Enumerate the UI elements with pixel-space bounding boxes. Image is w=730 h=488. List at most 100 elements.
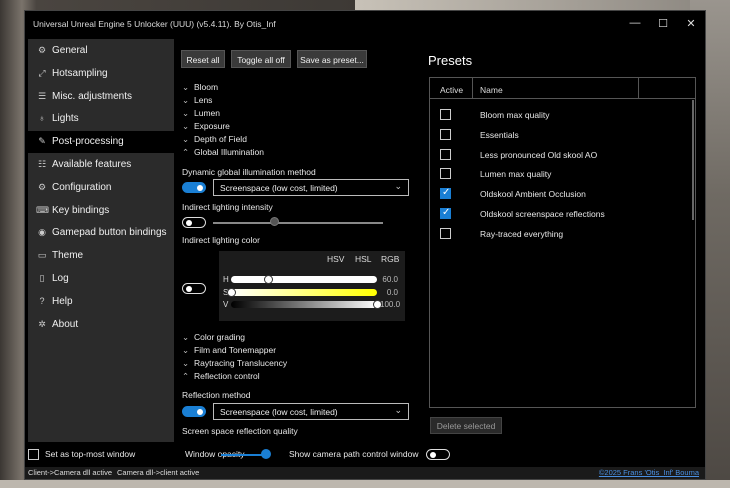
picker-s-bar[interactable] xyxy=(231,289,377,296)
preset-active-checkbox[interactable] xyxy=(440,148,451,160)
sidebar-item-theme[interactable]: ▭ Theme xyxy=(28,245,174,267)
sliders-icon: ☰ xyxy=(37,90,47,101)
picker-s-handle[interactable] xyxy=(227,288,236,297)
picker-tab-rgb[interactable]: RGB xyxy=(381,254,399,264)
picker-h-handle[interactable] xyxy=(263,275,273,284)
gi-intensity-toggle[interactable] xyxy=(182,217,206,228)
sidebar-item-label: Key bindings xyxy=(52,204,110,216)
opacity-track[interactable] xyxy=(221,454,265,456)
toggle-all-off-button[interactable]: Toggle all off xyxy=(231,50,291,68)
presets-scrollbar[interactable] xyxy=(692,100,694,220)
chevron-down-icon: ⌄ xyxy=(394,405,402,415)
save-as-preset-button[interactable]: Save as preset... xyxy=(297,50,367,68)
section-depth-of-field[interactable]: ⌄ Depth of Field xyxy=(182,134,247,145)
reset-all-button[interactable]: Reset all xyxy=(181,50,225,68)
section-label: Global Illumination xyxy=(194,147,264,157)
col-active-header[interactable]: Active xyxy=(440,85,463,95)
picker-h-bar[interactable] xyxy=(231,276,377,283)
reflection-method-toggle[interactable] xyxy=(182,406,206,417)
sidebar-item-log[interactable]: ▯ Log xyxy=(28,268,174,290)
preset-active-checkbox[interactable] xyxy=(440,168,451,180)
picker-h-value: 60.0 xyxy=(382,275,398,284)
preset-active-checkbox[interactable] xyxy=(440,128,451,140)
section-label: Bloom xyxy=(194,82,219,92)
section-global-illumination[interactable]: ⌃ Global Illumination xyxy=(182,147,264,158)
section-film-and-tonemapper[interactable]: ⌄ Film and Tonemapper xyxy=(182,345,276,356)
app-window: Universal Unreal Engine 5 Unlocker (UUU)… xyxy=(24,10,706,480)
sidebar-item-key-bindings[interactable]: ⌨ Key bindings xyxy=(28,200,174,222)
toggle-knob xyxy=(430,451,436,458)
preset-name[interactable]: Oldskool screenspace reflections xyxy=(480,209,605,219)
preset-name[interactable]: Essentials xyxy=(480,130,519,140)
picker-v-label: V xyxy=(223,300,229,309)
game-background-bottom xyxy=(0,480,730,488)
picker-h-label: H xyxy=(223,275,229,284)
preset-name[interactable]: Bloom max quality xyxy=(480,110,549,120)
color-picker xyxy=(219,251,405,321)
sidebar-item-help[interactable]: ? Help xyxy=(28,291,174,313)
credit-link[interactable]: ©2025 Frans 'Otis_Inf' Bouma xyxy=(599,468,699,477)
chevron-down-icon: ⌄ xyxy=(182,95,190,105)
section-bloom[interactable]: ⌄ Bloom xyxy=(182,82,218,93)
minimize-button[interactable]: — xyxy=(625,17,645,29)
sidebar-item-gamepad-button-bindings[interactable]: ◉ Gamepad button bindings xyxy=(28,222,174,244)
section-reflection-control[interactable]: ⌃ Reflection control xyxy=(182,371,260,382)
toggle-knob xyxy=(186,219,192,226)
sidebar-item-about[interactable]: ✲ About xyxy=(28,314,174,336)
top-most-checkbox[interactable] xyxy=(28,449,39,460)
preset-name[interactable]: Oldskool Ambient Occlusion xyxy=(480,189,586,199)
sidebar-item-available-features[interactable]: ☷ Available features xyxy=(28,154,174,176)
picker-tab-hsv[interactable]: HSV xyxy=(327,254,344,264)
column-separator xyxy=(472,78,473,98)
close-button[interactable]: ✕ xyxy=(681,17,701,30)
sidebar-item-post-processing[interactable]: ✎ Post-processing xyxy=(28,131,174,154)
section-raytracing-translucency[interactable]: ⌄ Raytracing Translucency xyxy=(182,358,287,369)
sidebar-item-label: Theme xyxy=(52,250,84,262)
sidebar-item-configuration[interactable]: ⚙ Configuration xyxy=(28,177,174,199)
reflection-method-dropdown[interactable]: Screenspace (low cost, limited) ⌄ xyxy=(213,403,409,420)
gi-method-dropdown[interactable]: Screenspace (low cost, limited) ⌄ xyxy=(213,179,409,196)
preset-active-checkbox[interactable] xyxy=(440,227,451,239)
chevron-down-icon: ⌄ xyxy=(182,108,190,118)
ssr-quality-label: Screen space reflection quality xyxy=(182,426,298,436)
picker-tab-hsl[interactable]: HSL xyxy=(355,254,372,264)
delete-selected-button[interactable]: Delete selected xyxy=(430,417,502,434)
sidebar-item-label: Misc. adjustments xyxy=(52,90,133,102)
sidebar-item-label: Configuration xyxy=(52,181,112,193)
maximize-button[interactable]: ☐ xyxy=(653,17,673,30)
preset-active-checkbox[interactable] xyxy=(440,187,451,200)
sidebar-item-misc-adjustments[interactable]: ☰ Misc. adjustments xyxy=(28,86,174,108)
sidebar-item-hotsampling[interactable]: ⤢ Hotsampling xyxy=(28,63,174,85)
gear-icon: ⚙ xyxy=(37,45,47,55)
gi-method-toggle[interactable] xyxy=(182,182,206,193)
theme-icon: ▭ xyxy=(37,250,47,261)
section-lens[interactable]: ⌄ Lens xyxy=(182,95,212,106)
sidebar-item-general[interactable]: ⚙ General xyxy=(28,40,174,62)
preset-name[interactable]: Lumen max quality xyxy=(480,169,551,179)
gi-intensity-track[interactable] xyxy=(213,222,383,224)
column-separator xyxy=(638,78,639,98)
opacity-slider-handle[interactable] xyxy=(261,449,271,459)
top-most-label: Set as top-most window xyxy=(45,449,136,459)
gamepad-icon: ◉ xyxy=(38,227,46,238)
status-client-camera: Client->Camera dll active xyxy=(28,468,112,477)
sidebar-item-lights[interactable]: ♁ Lights xyxy=(28,108,174,130)
sidebar-item-label: Post-processing xyxy=(52,136,124,148)
section-color-grading[interactable]: ⌄ Color grading xyxy=(182,332,245,343)
camera-path-toggle[interactable] xyxy=(426,449,450,460)
gi-intensity-label: Indirect lighting intensity xyxy=(182,202,273,212)
preset-active-checkbox[interactable] xyxy=(440,109,451,120)
gi-color-toggle[interactable] xyxy=(182,283,206,294)
picker-v-bar[interactable] xyxy=(231,301,377,308)
preset-name[interactable]: Less pronounced Old skool AO xyxy=(480,150,597,160)
preset-active-checkbox[interactable] xyxy=(440,207,451,219)
section-lumen[interactable]: ⌄ Lumen xyxy=(182,108,220,119)
gi-method-label: Dynamic global illumination method xyxy=(182,167,316,177)
col-name-header[interactable]: Name xyxy=(480,85,503,95)
title-bar[interactable]: Universal Unreal Engine 5 Unlocker (UUU)… xyxy=(25,11,705,39)
preset-name[interactable]: Ray-traced everything xyxy=(480,229,563,239)
chevron-down-icon: ⌄ xyxy=(182,345,190,355)
section-exposure[interactable]: ⌄ Exposure xyxy=(182,121,230,132)
gi-intensity-slider-handle[interactable] xyxy=(270,217,280,226)
header-divider xyxy=(430,98,695,99)
